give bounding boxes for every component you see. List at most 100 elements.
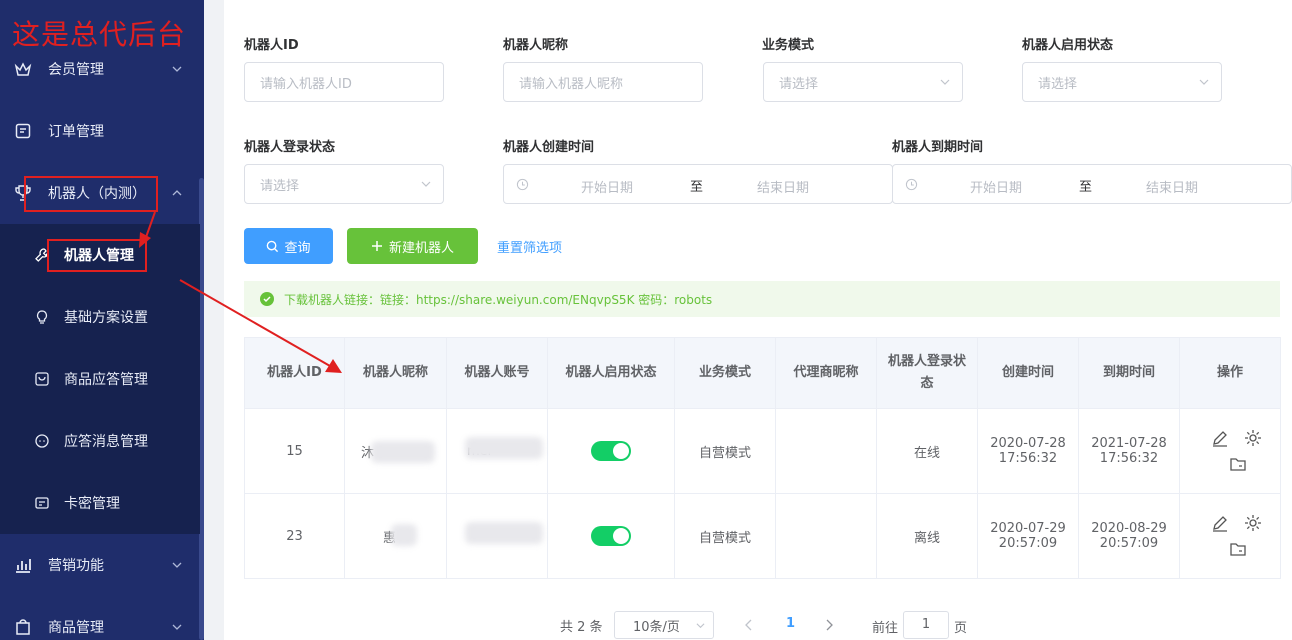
reset-filters-link[interactable]: 重置筛选项 (497, 237, 562, 256)
goto-page-input[interactable]: 1 (903, 611, 949, 639)
login-status-placeholder: 请选择 (260, 178, 300, 194)
cell-login-status: 离线 (877, 494, 978, 578)
cell-account: mer (447, 409, 548, 493)
gear-icon[interactable] (1243, 513, 1263, 533)
redacted-blur (371, 441, 435, 463)
download-link-alert: 下载机器人链接：链接：https://share.weiyun.com/ENqv… (244, 281, 1280, 317)
cell-agent-nickname (776, 409, 877, 493)
chart-icon (16, 559, 31, 573)
sidebar-item-label: 基础方案设置 (64, 310, 148, 326)
th-account: 机器人账号 (447, 338, 548, 408)
search-button[interactable]: 查询 (244, 228, 333, 264)
message-box-icon (35, 372, 49, 386)
card-icon (35, 497, 49, 509)
cell-created: 2020-07-28 17:56:32 (978, 409, 1079, 493)
table-header: 机器人ID 机器人昵称 机器人账号 机器人启用状态 业务模式 代理商昵称 机器人… (245, 338, 1280, 409)
sidebar-item-label: 商品管理 (48, 620, 104, 636)
label-nickname: 机器人昵称 (503, 38, 569, 53)
chevron-left-icon[interactable] (744, 619, 754, 631)
robot-id-placeholder: 请输入机器人ID (260, 76, 352, 92)
cell-robot-id: 23 (245, 494, 345, 578)
page-size-select[interactable]: 10条/页 (614, 611, 714, 639)
th-robot-id: 机器人ID (245, 338, 345, 408)
pagination-total: 共 2 条 (560, 620, 603, 635)
sidebar-item-label: 商品应答管理 (64, 372, 148, 388)
sidebar-item-basic-plan[interactable]: 基础方案设置 (0, 286, 200, 348)
sidebar-item-label: 营销功能 (48, 558, 104, 574)
chat-icon (35, 434, 49, 448)
chevron-down-icon (421, 181, 431, 187)
create-robot-button-label: 新建机器人 (388, 240, 454, 256)
annotation-box-robot-management (47, 239, 147, 272)
enable-toggle[interactable] (591, 441, 631, 461)
folder-icon[interactable] (1229, 540, 1247, 558)
sidebar-item-reply-messages[interactable]: 应答消息管理 (0, 410, 200, 472)
chevron-right-icon[interactable] (824, 619, 834, 631)
expires-start-placeholder: 开始日期 (970, 181, 1023, 196)
goto-page-suffix: 页 (954, 621, 968, 636)
label-created: 机器人创建时间 (503, 140, 595, 155)
cell-enable-status (548, 409, 675, 493)
biz-mode-placeholder: 请选择 (779, 76, 819, 92)
redacted-blur (465, 437, 543, 459)
th-actions: 操作 (1216, 365, 1243, 380)
cell-nickname: 沐 (345, 409, 447, 493)
label-login-status: 机器人登录状态 (244, 140, 336, 155)
expires-date-range[interactable]: 开始日期 至 结束日期 (892, 164, 1292, 204)
th-enable-status: 机器人启用状态 (548, 338, 675, 408)
annotation-box-robot (24, 176, 158, 212)
created-start-placeholder: 开始日期 (581, 181, 634, 196)
goto-label: 前往 (872, 621, 899, 636)
cell-robot-id: 15 (245, 409, 345, 493)
sidebar-item-goods-reply[interactable]: 商品应答管理 (0, 348, 200, 410)
chevron-down-icon (1199, 79, 1209, 85)
sidebar: 会员管理 订单管理 机器人（内测） 机器人管理 基础方案设置 商品应答管理 应答… (0, 0, 204, 640)
redacted-blur (465, 522, 543, 544)
chevron-down-icon (696, 623, 705, 629)
document-icon (15, 123, 31, 139)
alert-text[interactable]: 下载机器人链接：链接：https://share.weiyun.com/ENqv… (284, 291, 712, 308)
cell-expires: 2020-08-29 20:57:09 (1079, 494, 1180, 578)
goods-icon (16, 619, 30, 635)
edit-icon[interactable] (1211, 514, 1229, 532)
create-robot-button[interactable]: 新建机器人 (347, 228, 478, 264)
login-status-select[interactable]: 请选择 (244, 164, 444, 204)
sidebar-item-label: 应答消息管理 (64, 434, 148, 450)
cell-nickname: 惠 (345, 494, 447, 578)
chevron-down-icon (172, 66, 182, 72)
expires-range-separator: 至 (1079, 180, 1093, 195)
th-expires: 到期时间 (1079, 338, 1180, 408)
robot-id-input[interactable]: 请输入机器人ID (244, 62, 444, 102)
cell-agent-nickname (776, 494, 877, 578)
enable-toggle[interactable] (591, 526, 631, 546)
enable-status-select[interactable]: 请选择 (1022, 62, 1222, 102)
clock-icon (516, 178, 529, 191)
current-page[interactable]: 1 (786, 616, 795, 631)
biz-mode-select[interactable]: 请选择 (763, 62, 963, 102)
lightbulb-icon (36, 310, 48, 324)
nickname-input[interactable]: 请输入机器人昵称 (503, 62, 703, 102)
search-button-label: 查询 (284, 240, 311, 256)
chevron-down-icon (172, 562, 182, 568)
nickname-placeholder: 请输入机器人昵称 (519, 76, 624, 92)
th-biz-mode: 业务模式 (675, 338, 776, 408)
cell-expires: 2021-07-28 17:56:32 (1079, 409, 1180, 493)
sidebar-item-marketing[interactable]: 营销功能 (0, 534, 200, 596)
created-date-range[interactable]: 开始日期 至 结束日期 (503, 164, 893, 204)
cell-biz-mode: 自营模式 (675, 494, 776, 578)
th-created: 创建时间 (978, 338, 1079, 408)
expires-end-placeholder: 结束日期 (1146, 181, 1199, 196)
edit-icon[interactable] (1211, 429, 1229, 447)
crown-icon (14, 62, 32, 76)
sidebar-item-goods[interactable]: 商品管理 (0, 596, 200, 640)
created-range-separator: 至 (690, 180, 704, 195)
sidebar-item-orders[interactable]: 订单管理 (0, 100, 200, 162)
robot-table: 机器人ID 机器人昵称 机器人账号 机器人启用状态 业务模式 代理商昵称 机器人… (244, 337, 1281, 579)
cell-account (447, 494, 548, 578)
gear-icon[interactable] (1243, 428, 1263, 448)
enable-status-placeholder: 请选择 (1038, 76, 1078, 92)
chevron-down-icon (940, 79, 950, 85)
folder-icon[interactable] (1229, 455, 1247, 473)
main-content: 机器人ID 机器人昵称 业务模式 机器人启用状态 请输入机器人ID 请输入机器人… (224, 0, 1292, 640)
sidebar-item-card-keys[interactable]: 卡密管理 (0, 472, 200, 534)
